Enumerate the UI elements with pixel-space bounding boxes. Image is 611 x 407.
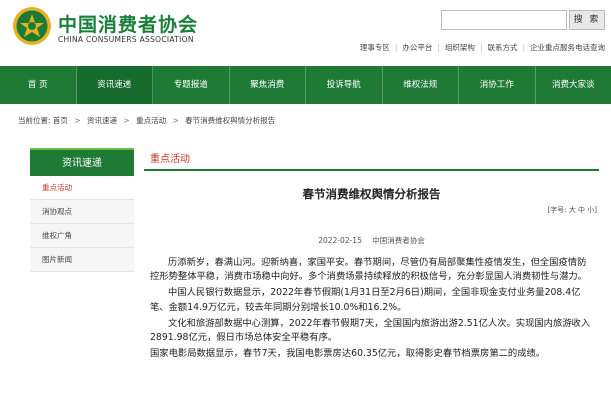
nav-special[interactable]: 专题报道	[153, 66, 230, 104]
org-name-cn[interactable]: 中国消费者协会	[58, 10, 198, 37]
toplink-office[interactable]: 办公平台	[402, 42, 432, 53]
nav-work[interactable]: 消协工作	[459, 66, 536, 104]
article-date: 2022-02-15	[318, 236, 362, 245]
breadcrumb-home[interactable]: 首页	[53, 116, 68, 125]
org-name-en: CHINA CONSUMERS ASSOCIATION	[58, 35, 194, 44]
site-header: 中国消费者协会 CHINA CONSUMERS ASSOCIATION 搜 索 …	[0, 0, 611, 66]
breadcrumb-label: 当前位置:	[18, 116, 51, 125]
article-title: 春节消费维权舆情分析报告	[302, 187, 441, 201]
article-paragraph: 文化和旅游部数据中心测算，2022年春节假期7天，全国国内旅游出游2.51亿人次…	[150, 317, 591, 344]
nav-complaint[interactable]: 投诉导航	[306, 66, 383, 104]
consumers-association-emblem-icon[interactable]	[12, 6, 52, 46]
nav-forum[interactable]: 消费大家谈	[536, 66, 611, 104]
sidebar: 资讯速递 重点活动 消协观点 维权广角 图片新闻	[30, 148, 134, 272]
separator: |	[437, 43, 440, 52]
main-content: 重点活动 春节消费维权舆情分析报告 [字号: 大 中 小] 2022-02-15…	[144, 148, 599, 359]
breadcrumb: 当前位置: 首页 > 资讯速递 > 重点活动 > 春节消费维权舆情分析报告	[18, 115, 275, 126]
separator: |	[522, 43, 525, 52]
separator: |	[479, 43, 483, 52]
article-source: 中国消费者协会	[372, 236, 425, 245]
top-links: 理事专区 | 办公平台 | 组织架构 | 联系方式 | 企业重点服务电话查询	[360, 42, 605, 53]
font-size-control[interactable]: [字号: 大 中 小]	[548, 205, 598, 215]
toplink-hotline[interactable]: 企业重点服务电话查询	[530, 42, 605, 53]
sidebar-item-views[interactable]: 消协观点	[30, 200, 134, 224]
breadcrumb-separator: >	[74, 116, 81, 125]
search-button[interactable]: 搜 索	[569, 10, 605, 30]
sidebar-item-rights[interactable]: 维权广角	[30, 224, 134, 248]
article-paragraph: 国家电影局数据显示，春节7天，我国电影票房达60.35亿元，取得影史春节档票房第…	[150, 348, 546, 360]
article-paragraph: 中国人民银行数据显示，2022年春节假期(1月31日至2月6日)期间，全国非现金…	[150, 287, 581, 313]
search-input[interactable]	[441, 10, 567, 30]
nav-laws[interactable]: 维权法规	[383, 66, 459, 104]
sidebar-title: 资讯速递	[30, 148, 134, 176]
article-meta: 2022-02-15 中国消费者协会	[144, 235, 599, 246]
nav-news[interactable]: 资讯速递	[76, 66, 153, 104]
breadcrumb-news[interactable]: 资讯速递	[87, 116, 117, 125]
article-paragraph: 历添新岁，春满山河。迎新纳喜，家国平安。春节期间，尽管仍有局部聚集性疫情发生，但…	[150, 257, 587, 283]
sidebar-item-activities[interactable]: 重点活动	[30, 176, 134, 200]
toplink-council[interactable]: 理事专区	[360, 42, 390, 53]
article-body: 历添新岁，春满山河。迎新纳喜，家国平安。春节期间，尽管仍有局部聚集性疫情发生，但…	[150, 256, 592, 363]
breadcrumb-separator: >	[123, 116, 130, 125]
separator: |	[394, 43, 398, 52]
toplink-structure[interactable]: 组织架构	[445, 42, 475, 53]
sidebar-item-photos[interactable]: 图片新闻	[30, 248, 134, 272]
section-title: 重点活动	[144, 148, 599, 171]
main-nav: 首 页 资讯速递 专题报道 聚焦消费 投诉导航 维权法规 消协工作 消费大家谈	[0, 66, 611, 104]
nav-focus[interactable]: 聚焦消费	[230, 66, 306, 104]
breadcrumb-activities[interactable]: 重点活动	[136, 116, 166, 125]
nav-home[interactable]: 首 页	[0, 66, 77, 104]
breadcrumb-separator: >	[172, 116, 179, 125]
toplink-contact[interactable]: 联系方式	[487, 42, 517, 53]
breadcrumb-current: 春节消费维权舆情分析报告	[185, 116, 276, 125]
